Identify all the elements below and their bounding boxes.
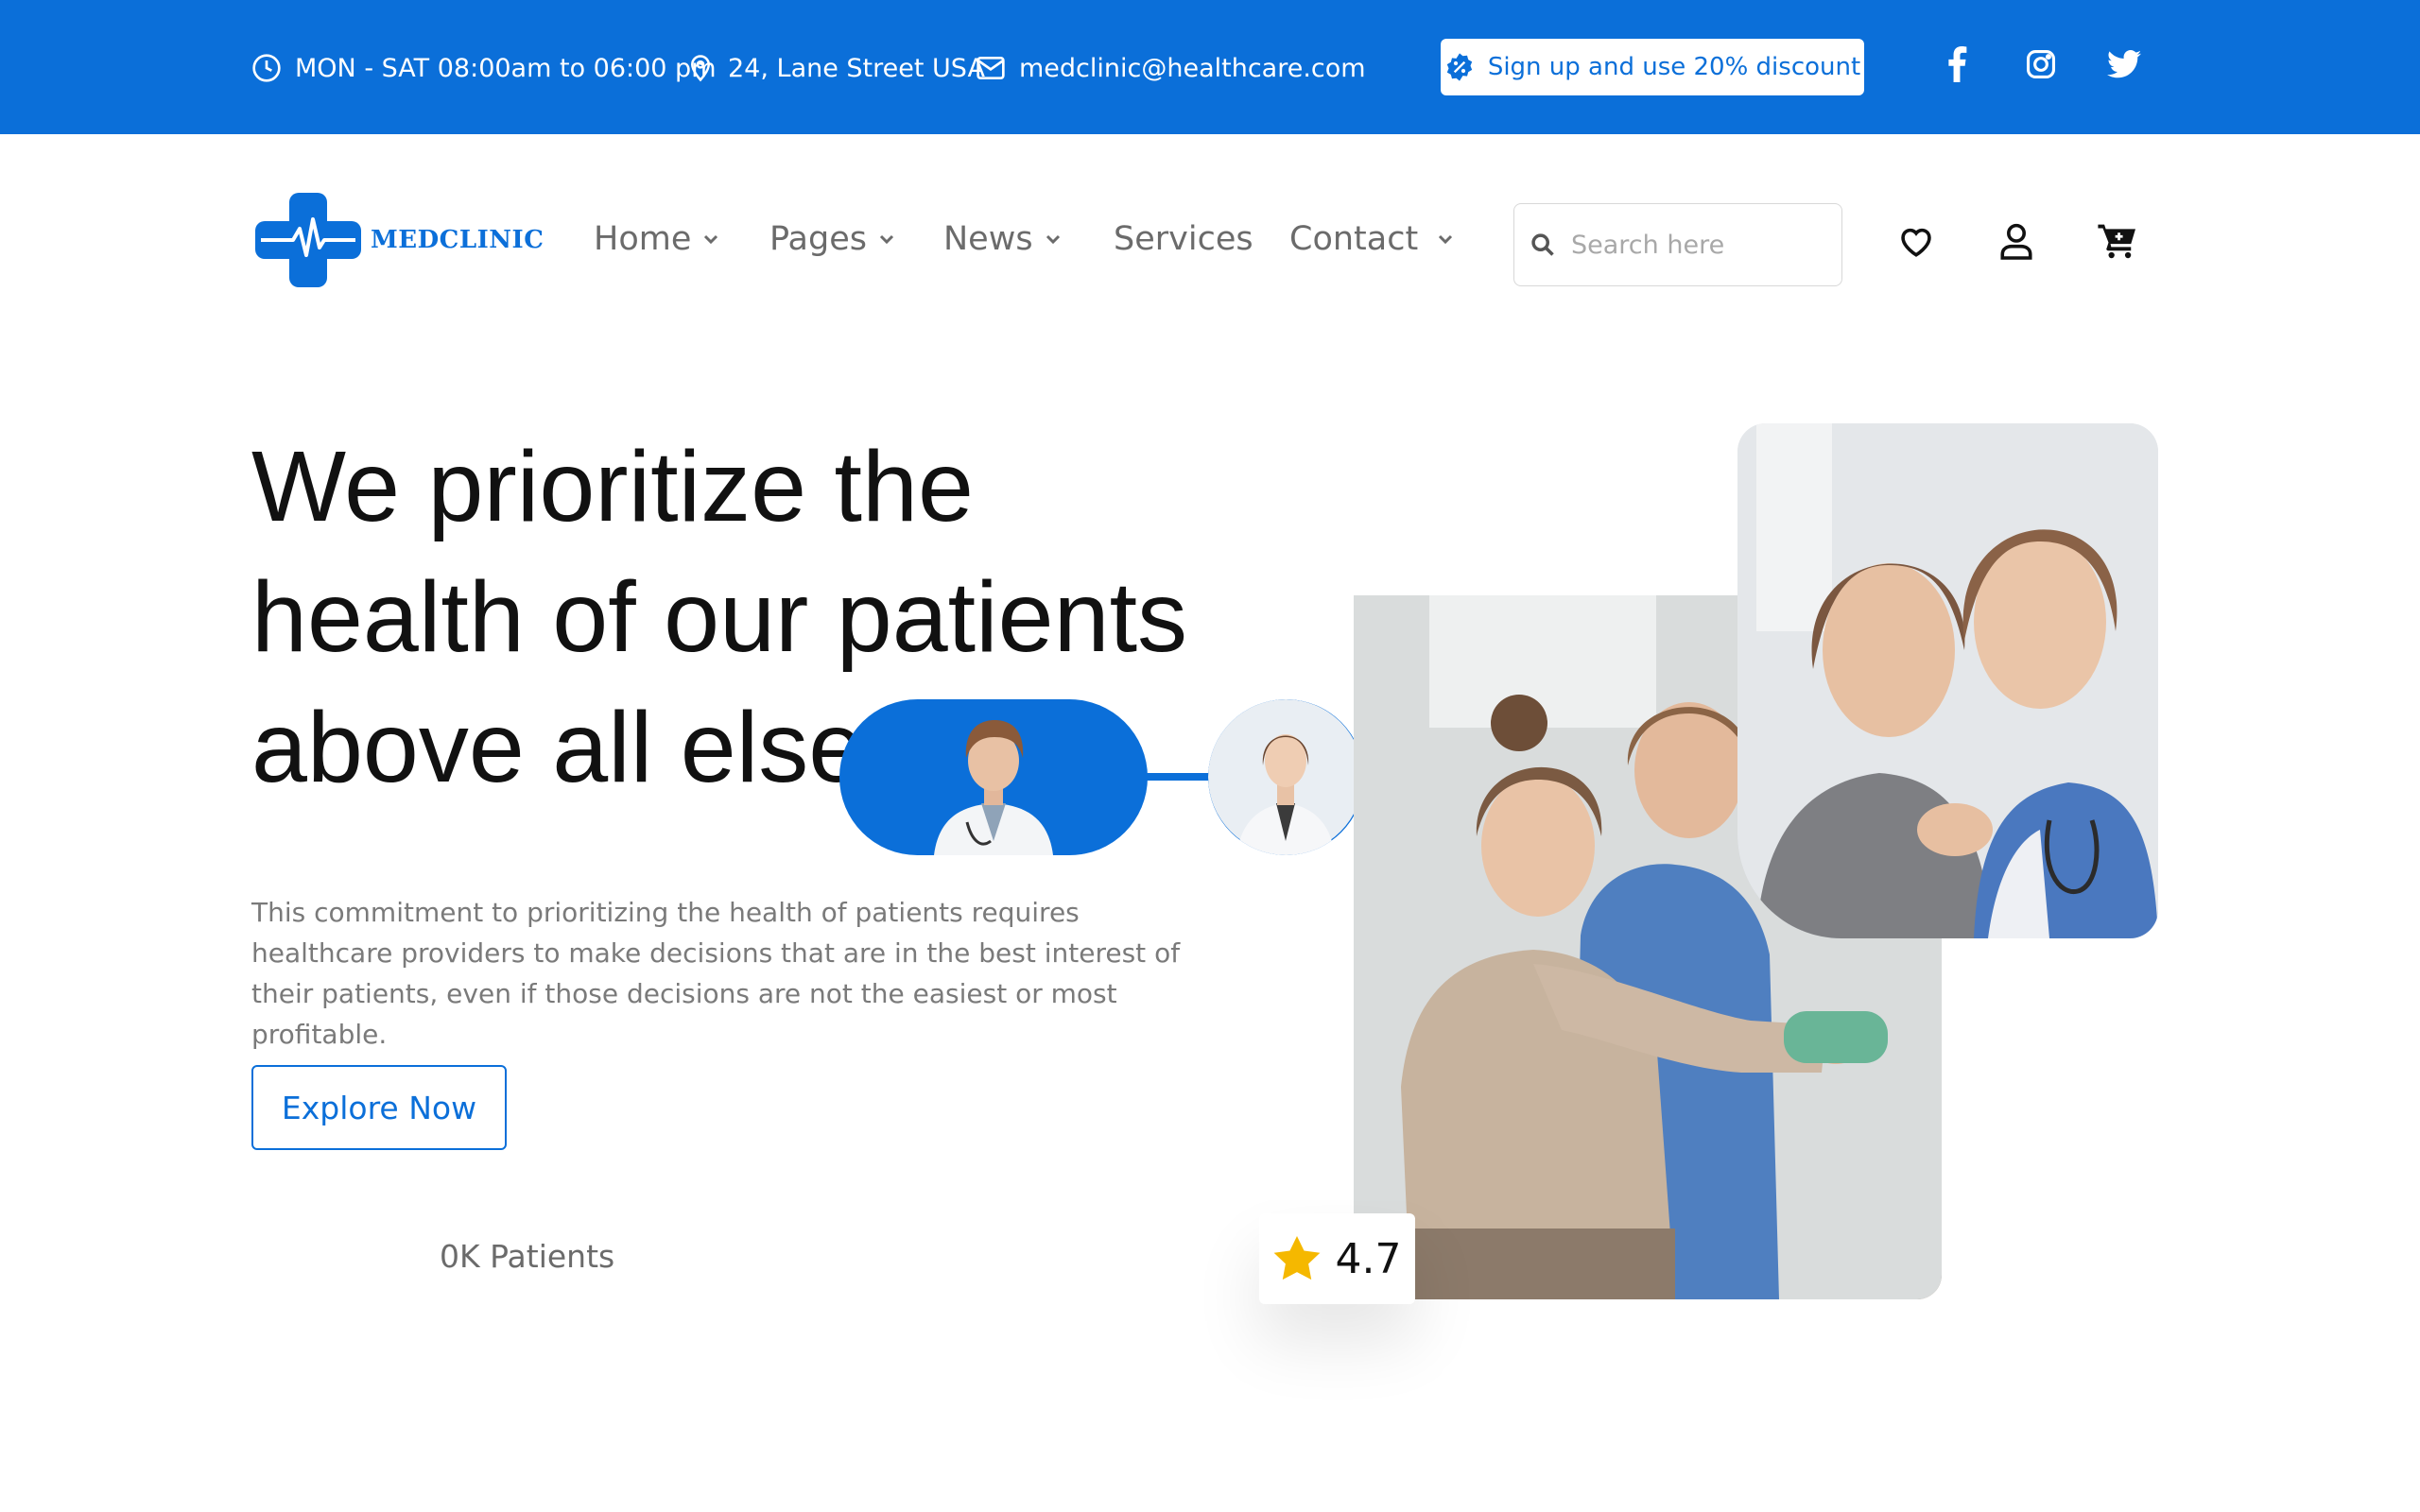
search-input[interactable] [1569, 229, 1819, 261]
discount-signup-button[interactable]: Sign up and use 20% discount [1441, 39, 1864, 95]
nav-services-label: Services [1114, 220, 1253, 258]
rating-badge: 4.7 [1259, 1213, 1415, 1304]
clock-icon [252, 54, 281, 82]
heart-icon[interactable] [1893, 217, 1940, 265]
nav-pages-label: Pages [769, 220, 867, 258]
address-text: 24, Lane Street USA [728, 53, 985, 83]
nav-news-label: News [943, 220, 1033, 258]
instagram-icon[interactable] [2022, 45, 2060, 83]
doctor-avatar-pill [839, 699, 1148, 855]
star-icon [1273, 1236, 1320, 1280]
rating-value: 4.7 [1335, 1234, 1402, 1283]
chevron-down-icon [879, 234, 894, 245]
search-icon [1531, 233, 1554, 256]
doctor-patient-image [1737, 423, 2158, 938]
brand-name: MEDCLINIC [371, 226, 544, 254]
female-doctor-portrait [1208, 699, 1363, 855]
facebook-icon[interactable] [1938, 45, 1976, 83]
hero-description: This commitment to prioritizing the heal… [251, 897, 1181, 1050]
search-box[interactable] [1513, 203, 1842, 286]
nav-home[interactable]: Home [594, 215, 719, 263]
chevron-down-icon [1046, 234, 1060, 245]
female-doctor-portrait [934, 720, 1053, 855]
cart-icon[interactable] [2094, 217, 2141, 265]
email-info[interactable]: medclinic@healthcare.com [976, 49, 1366, 87]
top-bar: MON - SAT 08:00am to 06:00 pm 24, Lane S… [0, 0, 2420, 134]
doctor-patient-photo [1737, 423, 2158, 938]
doctor-avatar-circle [1208, 699, 1364, 855]
address-info: 24, Lane Street USA [686, 49, 985, 87]
discount-label: Sign up and use 20% discount [1487, 53, 1861, 81]
chevron-down-icon [704, 234, 718, 245]
nav-pages[interactable]: Pages [769, 215, 895, 263]
chevron-down-icon [1439, 234, 1453, 245]
hours-text: MON - SAT 08:00am to 06:00 pm [295, 53, 717, 83]
nav-services[interactable]: Services [1114, 215, 1253, 263]
nav-home-label: Home [594, 220, 692, 258]
user-icon[interactable] [1993, 217, 2040, 265]
nav-news[interactable]: News [943, 215, 1062, 263]
mail-icon [977, 57, 1005, 79]
nav-contact[interactable]: Contact [1289, 215, 1454, 263]
email-text[interactable]: medclinic@healthcare.com [1019, 54, 1366, 83]
hours-info: MON - SAT 08:00am to 06:00 pm [251, 49, 717, 87]
patients-count: 0K Patients [440, 1238, 615, 1275]
headline-line-1: We prioritize the [251, 431, 974, 542]
map-pin-icon [690, 55, 711, 82]
nav-contact-label: Contact [1289, 220, 1419, 258]
twitter-icon[interactable] [2105, 45, 2143, 83]
headline-line-2: health of our patients [251, 561, 1188, 673]
brand-logo[interactable]: MEDCLINIC [253, 191, 544, 289]
avatar-connector [1146, 773, 1212, 781]
explore-now-button[interactable]: Explore Now [251, 1065, 507, 1150]
discount-badge-icon [1446, 53, 1473, 81]
medical-cross-icon [255, 193, 361, 287]
